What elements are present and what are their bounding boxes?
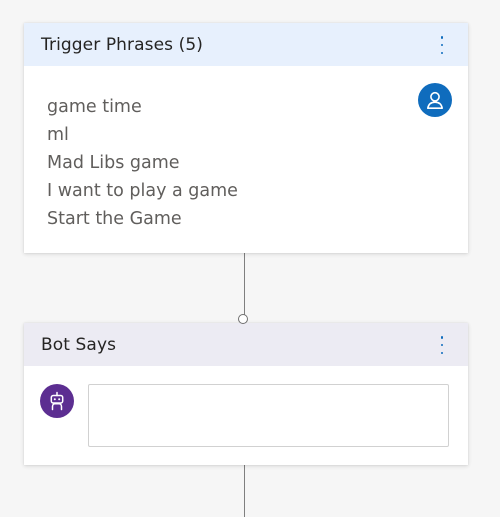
more-options-icon[interactable] <box>439 36 445 54</box>
trigger-phrase: Mad Libs game <box>47 153 180 173</box>
bot-says-card[interactable]: Bot Says <box>24 323 468 465</box>
more-options-icon[interactable] <box>439 336 445 354</box>
trigger-phrase: ml <box>47 125 69 145</box>
bot-says-header: Bot Says <box>24 323 468 366</box>
trigger-phrase: game time <box>47 97 142 117</box>
bot-message-input[interactable] <box>88 384 449 447</box>
trigger-phrase-list: game time ml Mad Libs game I want to pla… <box>47 93 238 233</box>
flow-connector <box>244 465 245 517</box>
flow-connector <box>244 253 245 315</box>
bot-icon <box>40 384 74 418</box>
person-icon <box>418 83 452 117</box>
card-title: Trigger Phrases (5) <box>41 34 204 55</box>
card-title: Bot Says <box>41 334 117 355</box>
trigger-phrases-card[interactable]: Trigger Phrases (5) game time ml Mad Lib… <box>24 23 468 253</box>
trigger-phrases-header: Trigger Phrases (5) <box>24 23 468 66</box>
trigger-phrase: I want to play a game <box>47 181 238 201</box>
add-node-handle[interactable] <box>238 314 248 324</box>
trigger-phrase: Start the Game <box>47 209 182 229</box>
